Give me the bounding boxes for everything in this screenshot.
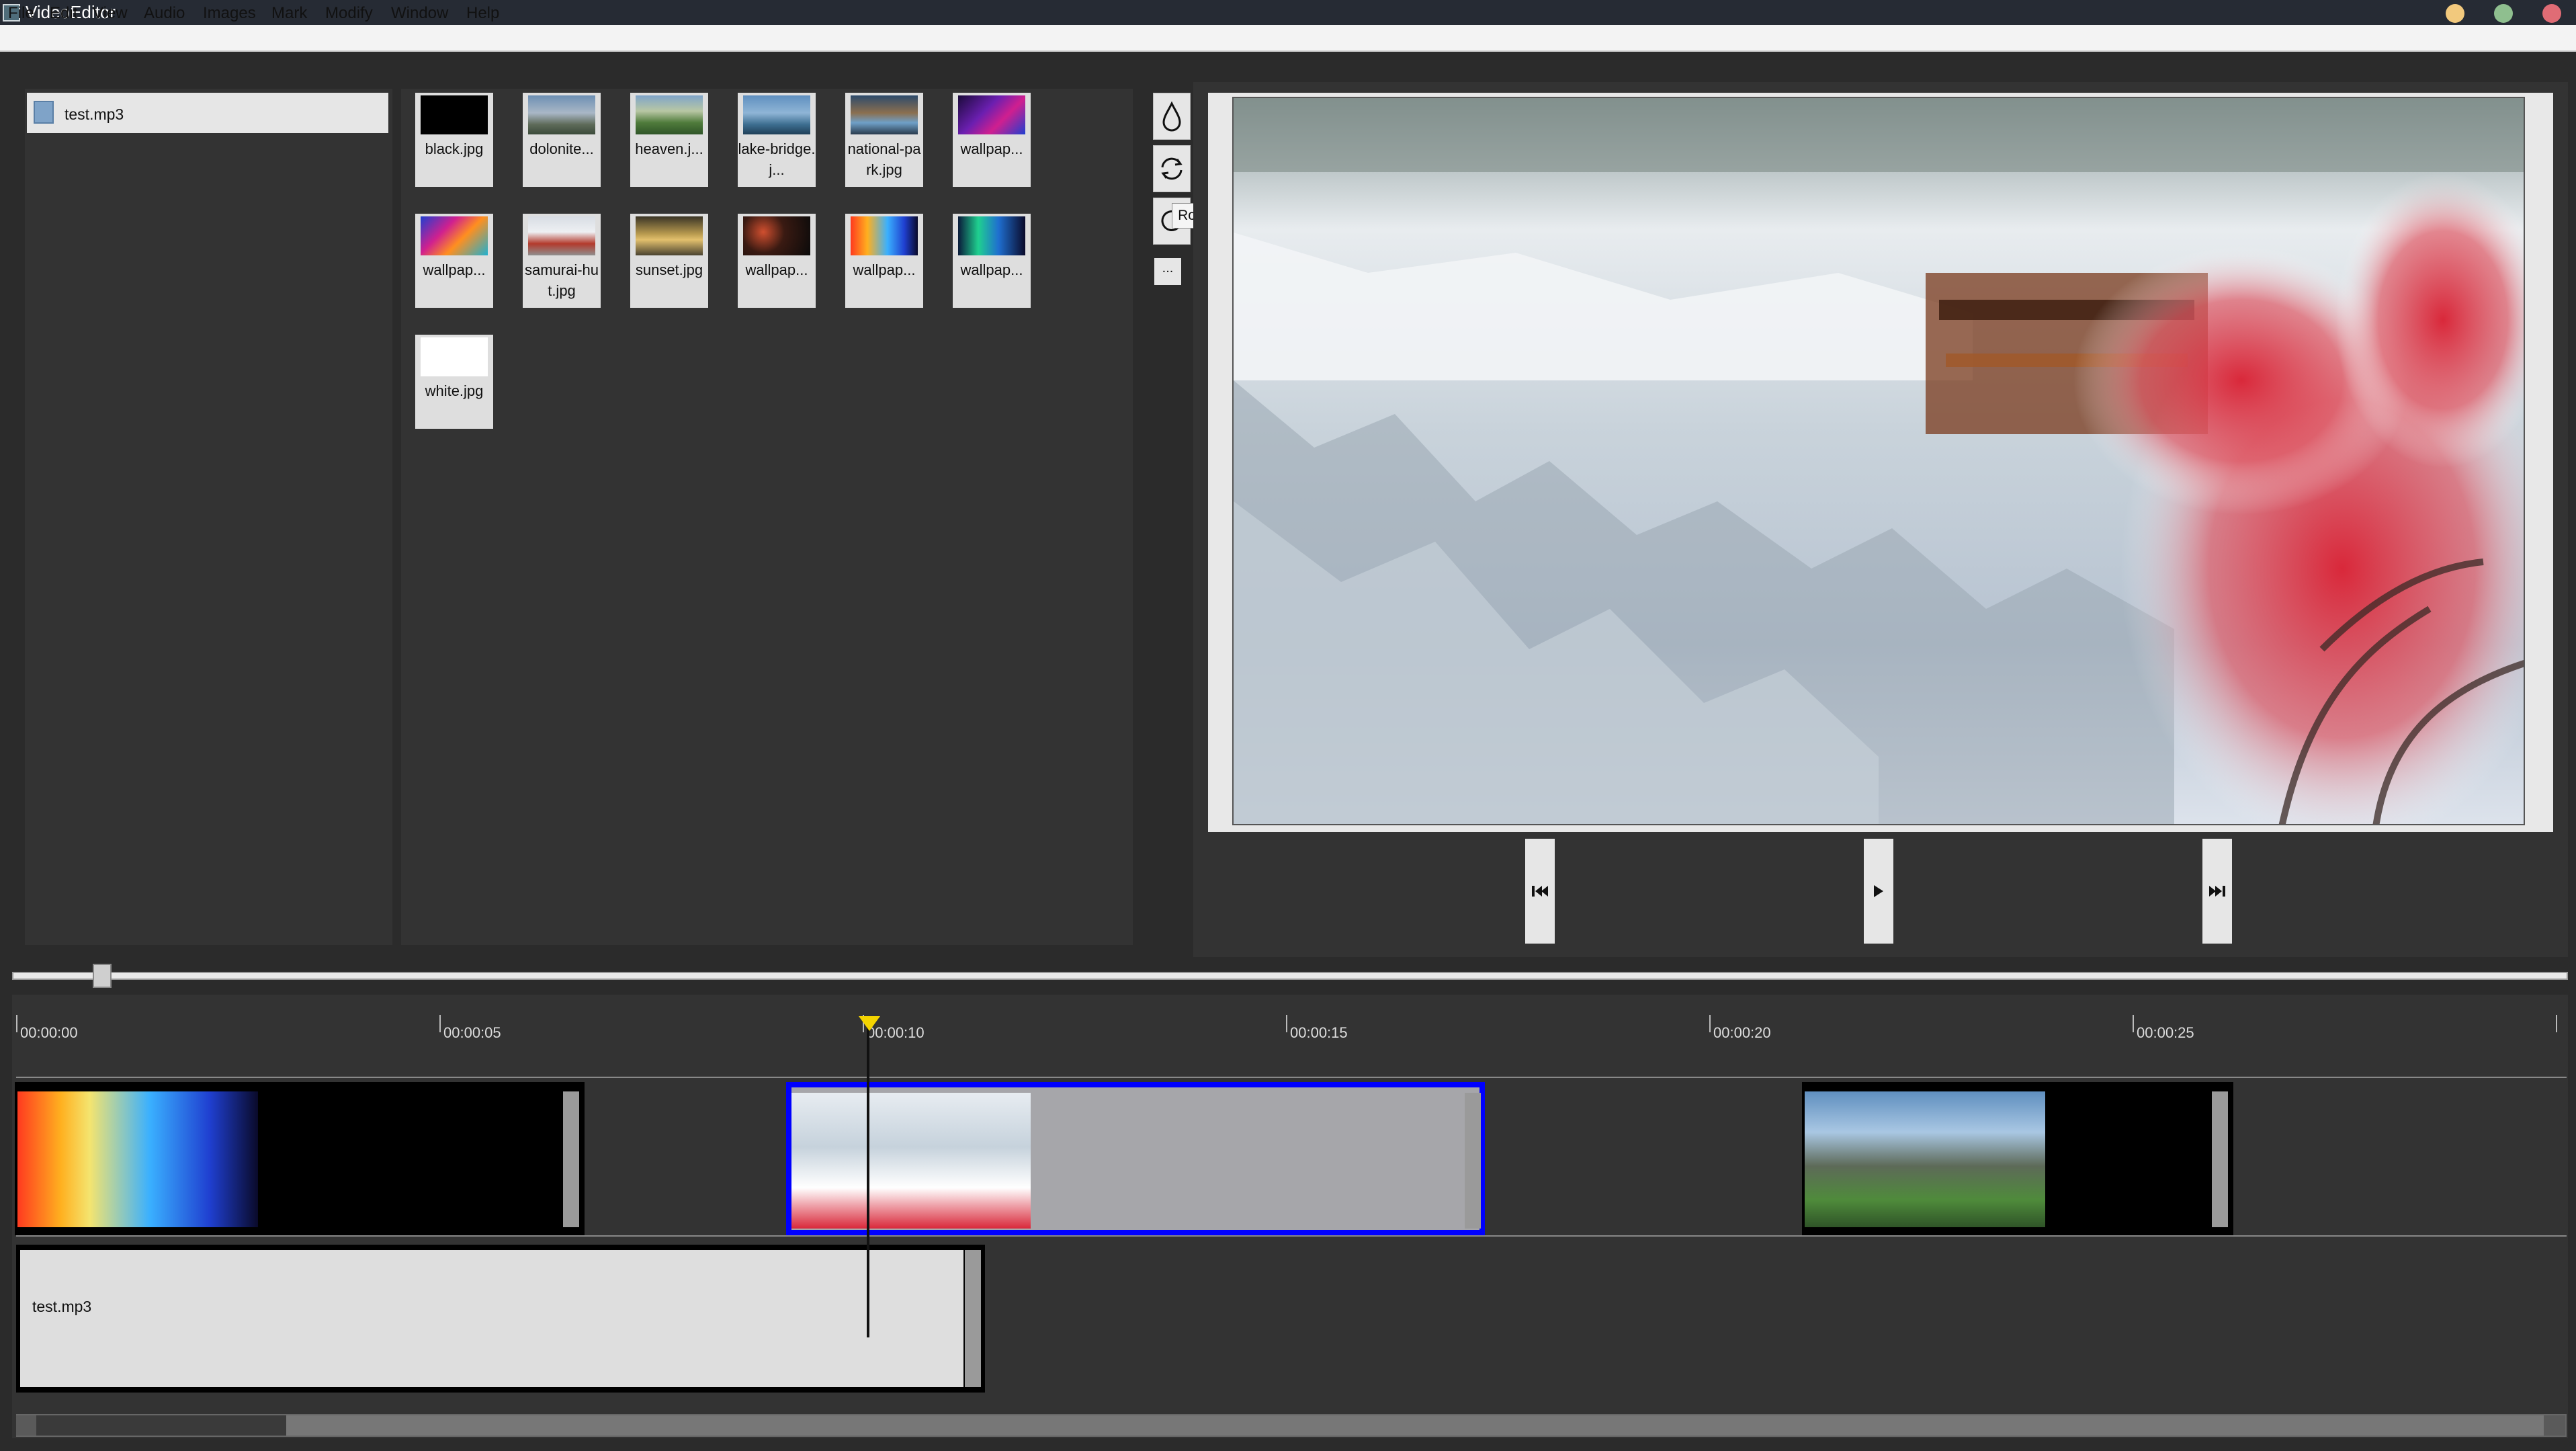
library-item-label: sunset.jpg <box>635 261 703 278</box>
menu-edit[interactable]: Edit <box>50 4 77 23</box>
clip-trim-handle[interactable] <box>1465 1093 1481 1229</box>
ruler-tick-label: 00:00:20 <box>1713 1024 1771 1041</box>
menu-mark[interactable]: Mark <box>271 4 307 23</box>
maximize-button[interactable] <box>2494 4 2513 23</box>
thumbnail-image <box>528 95 595 134</box>
thumbnail-image <box>421 216 488 255</box>
ruler-baseline <box>16 1077 2567 1078</box>
library-item-label: wallpap... <box>960 140 1023 157</box>
skip-previous-icon <box>1532 886 1548 897</box>
thumbnail-image <box>421 95 488 134</box>
thumbnail-image <box>851 95 918 134</box>
library-item-label: samurai-hut.jpg <box>524 261 599 299</box>
menu-bar <box>0 25 2576 52</box>
audio-file-icon <box>34 101 54 124</box>
menu-view[interactable]: View <box>93 4 128 23</box>
menu-modify[interactable]: Modify <box>325 4 373 23</box>
playhead-marker[interactable] <box>859 1016 880 1031</box>
clip-trim-handle[interactable] <box>965 1250 981 1387</box>
library-item[interactable]: dolonite... <box>523 93 601 187</box>
menu-file[interactable]: File <box>8 4 34 23</box>
ruler-tick-label: 00:00:25 <box>2137 1024 2194 1041</box>
ruler-tick-label: 00:00:00 <box>20 1024 78 1041</box>
library-item[interactable]: wallpap... <box>845 214 923 308</box>
library-item[interactable]: wallpap... <box>738 214 816 308</box>
timeline-zoom-slider[interactable] <box>12 972 2568 980</box>
ruler-tick <box>1286 1015 1287 1032</box>
library-item[interactable]: heaven.j... <box>630 93 708 187</box>
library-item[interactable]: wallpap... <box>953 214 1031 308</box>
project-file-label: test.mp3 <box>65 106 124 123</box>
skip-next-button[interactable] <box>2202 839 2232 944</box>
menu-images[interactable]: Images <box>203 4 256 23</box>
clip-thumbnail <box>791 1093 1031 1229</box>
library-item-label: wallpap... <box>960 261 1023 278</box>
ruler-tick <box>439 1015 441 1032</box>
thumbnail-image <box>636 95 703 134</box>
ruler-tick-label: 00:00:15 <box>1290 1024 1348 1041</box>
title-bar <box>0 0 2576 25</box>
library-item-label: heaven.j... <box>635 140 703 157</box>
library-item-label: lake-bridge.j... <box>738 140 816 178</box>
library-item-label: black.jpg <box>425 140 484 157</box>
library-item[interactable]: wallpap... <box>415 214 493 308</box>
clip-trim-handle[interactable] <box>2212 1091 2228 1227</box>
audio-clip-label: test.mp3 <box>32 1298 92 1315</box>
library-item[interactable]: wallpap... <box>953 93 1031 187</box>
scroll-right-button[interactable] <box>2544 1415 2565 1436</box>
water-drop-icon <box>1162 101 1181 132</box>
timeline-scrollbar-thumb[interactable] <box>286 1415 2544 1436</box>
library-item-label: wallpap... <box>853 261 916 278</box>
audio-clip-body <box>20 1250 963 1387</box>
library-item[interactable]: black.jpg <box>415 93 493 187</box>
library-item-label: wallpap... <box>423 261 486 278</box>
timeline-zoom-handle[interactable] <box>93 964 112 988</box>
play-button[interactable] <box>1864 839 1893 944</box>
ruler-tick <box>2133 1015 2134 1032</box>
scroll-left-button[interactable] <box>16 1415 36 1436</box>
water-drop-button[interactable] <box>1153 93 1191 140</box>
menu-help[interactable]: Help <box>466 4 499 23</box>
library-item[interactable]: sunset.jpg <box>630 214 708 308</box>
library-item-label: white.jpg <box>425 382 484 399</box>
thumbnail-image <box>636 216 703 255</box>
clip-thumbnail <box>17 1091 258 1227</box>
clip-trim-handle[interactable] <box>563 1091 579 1227</box>
thumbnail-image <box>958 216 1025 255</box>
library-item-label: wallpap... <box>745 261 808 278</box>
thumbnail-image <box>851 216 918 255</box>
thumbnail-image <box>743 95 810 134</box>
close-button[interactable] <box>2542 4 2561 23</box>
library-item-label: national-park.jpg <box>847 140 921 178</box>
library-item[interactable]: national-park.jpg <box>845 93 923 187</box>
track-divider <box>16 1235 2567 1237</box>
thumbnail-image <box>421 337 488 376</box>
thumbnail-image <box>743 216 810 255</box>
play-icon <box>1874 885 1883 897</box>
ruler-tick-label: 00:00:05 <box>443 1024 501 1041</box>
library-item[interactable]: lake-bridge.j... <box>738 93 816 187</box>
project-panel <box>25 89 392 945</box>
thumbnail-image <box>958 95 1025 134</box>
thumbnail-image <box>528 216 595 255</box>
library-item[interactable]: samurai-hut.jpg <box>523 214 601 308</box>
minimize-button[interactable] <box>2446 4 2464 23</box>
library-item-label: dolonite... <box>529 140 594 157</box>
clip-thumbnail <box>1805 1091 2045 1227</box>
skip-previous-button[interactable] <box>1525 839 1555 944</box>
more-tools-button[interactable]: ... <box>1154 258 1181 285</box>
menu-window[interactable]: Window <box>391 4 448 23</box>
library-item[interactable]: white.jpg <box>415 335 493 429</box>
sync-button[interactable] <box>1153 145 1191 192</box>
ruler-tick <box>16 1015 17 1032</box>
ruler-tick <box>2556 1015 2557 1032</box>
menu-audio[interactable]: Audio <box>144 4 185 23</box>
sync-icon <box>1161 157 1183 180</box>
skip-next-icon <box>2209 886 2225 897</box>
playhead-line[interactable] <box>867 1022 869 1337</box>
preview-image <box>1232 97 2525 825</box>
ruler-tick <box>1709 1015 1711 1032</box>
